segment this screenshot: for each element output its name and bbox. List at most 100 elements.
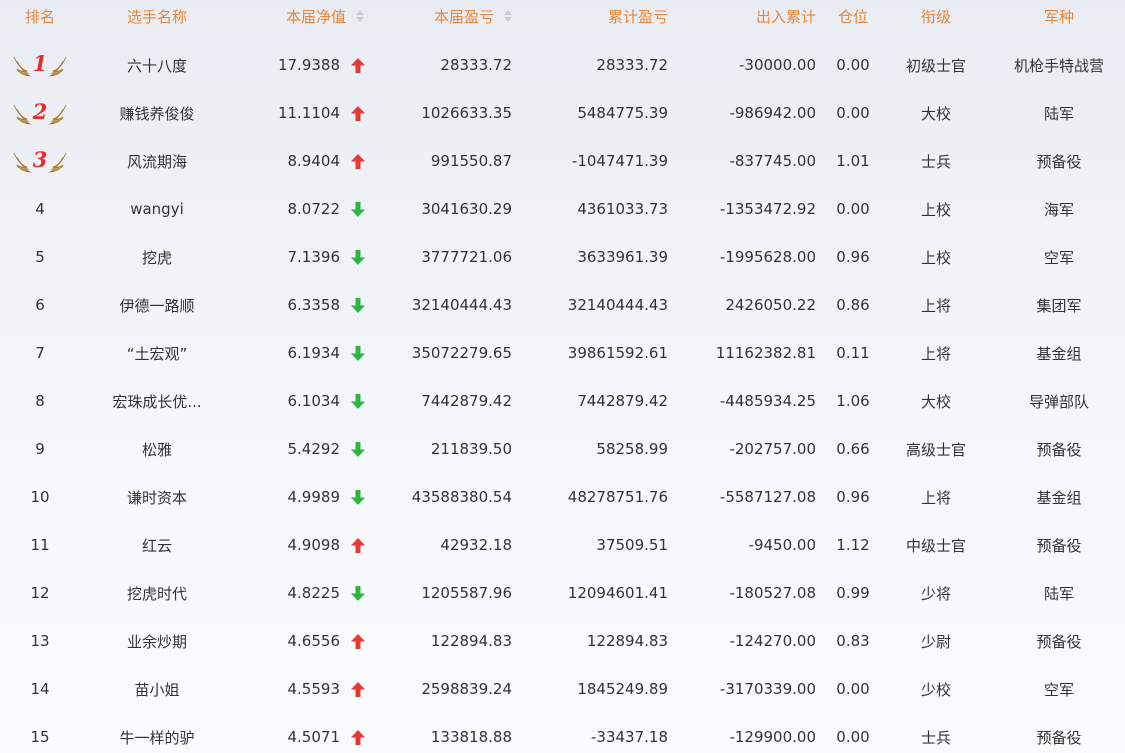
cell-profit: 7442879.42 [421,392,512,410]
cell-player-name[interactable]: “土宏观” [82,329,232,377]
player-name-link[interactable]: 风流期海 [127,151,187,172]
cell-player-name[interactable]: 伊德一路顺 [82,281,232,329]
cell-player-name[interactable]: 挖虎 [82,233,232,281]
player-name-link[interactable]: 六十八度 [127,55,187,76]
table-row[interactable]: 7 “土宏观” 6.1934 35072279.65 39861592.61 111623… [0,329,1125,377]
player-name-link[interactable]: 苗小姐 [134,679,179,700]
rank-number: 15 [30,728,50,746]
arrow-up-icon [346,665,370,713]
cell-player-name[interactable]: 挖虎时代 [82,569,232,617]
cell-player-name[interactable]: 牛一样的驴 [82,713,232,753]
column-header-rank: 排名 [24,7,55,26]
cell-title: 中级士官 [905,536,966,555]
column-header-net-value[interactable]: 本届净值 [232,0,364,32]
cell-flow: -1353472.92 [719,200,816,218]
cell-rank: 12 [0,569,80,617]
cell-rank: 4 [0,185,80,233]
table-row[interactable]: 13 业余炒期 4.6556 122894.83 122894.83 -124270.00… [0,617,1125,665]
table-row[interactable]: 8 宏珠成长优... 6.1034 7442879.42 7442879.42 -4485… [0,377,1125,425]
cell-net-value: 6.1034 [287,392,341,410]
table-row[interactable]: 9 松雅 5.4292 211839.50 58258.99 -202757.00 0.66… [0,425,1125,473]
column-header-army: 军种 [1043,7,1074,26]
table-row[interactable]: 4 wangyi 8.0722 3041630.29 4361033.73 -135347… [0,185,1125,233]
player-name-link[interactable]: 挖虎 [142,247,172,268]
cell-cumulative: 12094601.41 [567,584,668,602]
rank-number: 10 [30,488,50,506]
cell-player-name[interactable]: 红云 [82,521,232,569]
table-row[interactable]: 6 伊德一路顺 6.3358 32140444.43 32140444.43 242605… [0,281,1125,329]
medal-wings-icon: 2 [12,98,68,128]
table-row[interactable]: 15 牛一样的驴 4.5071 133818.88 -33437.18 -129900.0… [0,713,1125,753]
column-header-cumulative: 累计盈亏 [607,7,668,26]
cell-cumulative: 5484775.39 [577,104,668,122]
cell-profit: 32140444.43 [411,296,512,314]
player-name-link[interactable]: “土宏观” [127,343,188,364]
player-name-link[interactable]: 赚钱养俊俊 [119,103,194,124]
cell-flow: -4485934.25 [719,392,816,410]
rank-number: 5 [35,248,45,266]
table-row[interactable]: 1 六十八度 17.9388 28333.72 28333.72 -30000.00 0.0… [0,41,1125,89]
rank-number: 8 [35,392,45,410]
player-name-link[interactable]: 宏珠成长优... [112,391,201,412]
arrow-up-icon [346,521,370,569]
cell-player-name[interactable]: 赚钱养俊俊 [82,89,232,137]
cell-title: 士兵 [920,152,951,171]
table-row[interactable]: 2 赚钱养俊俊 11.1104 1026633.35 5484775.39 -986942… [0,89,1125,137]
cell-cumulative: 58258.99 [596,440,668,458]
player-name-link[interactable]: 红云 [142,535,172,556]
table-row[interactable]: 3 风流期海 8.9404 991550.87 -1047471.39 -837745.0… [0,137,1125,185]
cell-flow: -9450.00 [748,536,816,554]
rank-number: 11 [30,536,50,554]
cell-cumulative: 28333.72 [596,56,668,74]
cell-cumulative: 48278751.76 [567,488,668,506]
cell-position: 0.11 [836,344,870,362]
cell-player-name[interactable]: 宏珠成长优... [82,377,232,425]
cell-player-name[interactable]: 谦时资本 [82,473,232,521]
cell-title: 上校 [920,248,951,267]
rank-number: 6 [35,296,45,314]
cell-player-name[interactable]: 六十八度 [82,41,232,89]
player-name-link[interactable]: 牛一样的驴 [119,727,194,748]
cell-title: 士兵 [920,728,951,747]
arrow-up-icon [346,713,370,753]
player-name-link[interactable]: wangyi [130,200,184,218]
cell-cumulative: 7442879.42 [577,392,668,410]
table-row[interactable]: 12 挖虎时代 4.8225 1205587.96 12094601.41 -180527… [0,569,1125,617]
cell-army: 空军 [1043,248,1074,267]
cell-net-value: 8.0722 [287,200,341,218]
cell-player-name[interactable]: 风流期海 [82,137,232,185]
table-row[interactable]: 11 红云 4.9098 42932.18 37509.51 -9450.00 1.12 中级… [0,521,1125,569]
player-name-link[interactable]: 伊德一路顺 [119,295,194,316]
cell-player-name[interactable]: 松雅 [82,425,232,473]
arrow-down-icon [346,425,370,473]
arrow-up-icon [346,137,370,185]
player-name-link[interactable]: 业余炒期 [127,631,187,652]
cell-player-name[interactable]: wangyi [82,185,232,233]
cell-title: 上将 [920,488,951,507]
cell-army: 预备役 [1036,440,1082,459]
rank-number: 13 [30,632,50,650]
sort-icon[interactable] [356,9,364,23]
sort-icon[interactable] [504,9,512,23]
cell-position: 0.83 [836,632,870,650]
cell-position: 0.00 [836,680,870,698]
arrow-up-icon [346,617,370,665]
player-name-link[interactable]: 挖虎时代 [127,583,187,604]
cell-cumulative: 32140444.43 [567,296,668,314]
table-row[interactable]: 5 挖虎 7.1396 3777721.06 3633961.39 -1995628.00… [0,233,1125,281]
cell-position: 0.86 [836,296,870,314]
cell-rank: 10 [0,473,80,521]
player-name-link[interactable]: 谦时资本 [127,487,187,508]
cell-rank: 13 [0,617,80,665]
table-row[interactable]: 10 谦时资本 4.9989 43588380.54 48278751.76 -55871… [0,473,1125,521]
cell-player-name[interactable]: 苗小姐 [82,665,232,713]
rank-number: 12 [30,584,50,602]
cell-position: 0.99 [836,584,870,602]
cell-player-name[interactable]: 业余炒期 [82,617,232,665]
column-header-profit[interactable]: 本届盈亏 [370,0,512,32]
cell-rank: 2 [0,89,80,137]
table-row[interactable]: 14 苗小姐 4.5593 2598839.24 1845249.89 -3170339.… [0,665,1125,713]
player-name-link[interactable]: 松雅 [142,439,172,460]
cell-profit: 211839.50 [430,440,512,458]
rank-number: 2 [32,99,48,124]
